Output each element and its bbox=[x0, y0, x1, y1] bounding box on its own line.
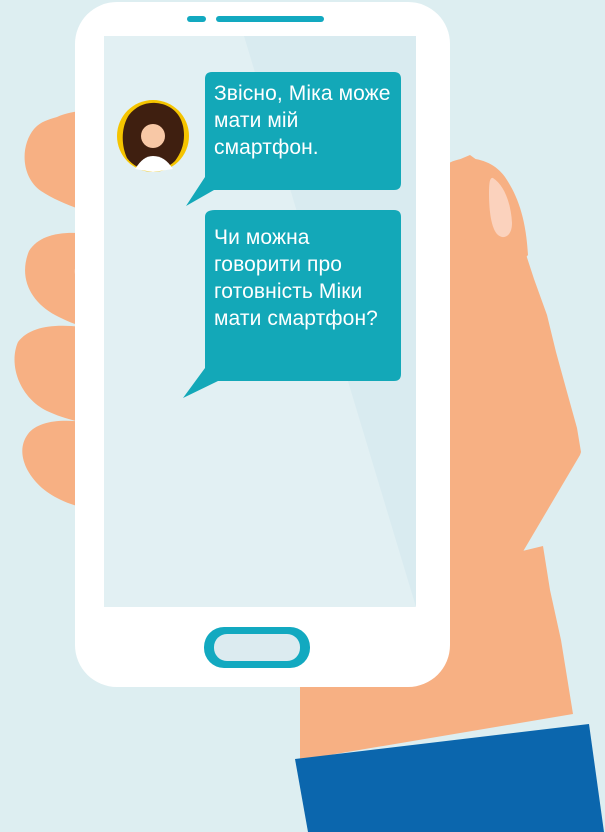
home-button-inner bbox=[214, 634, 300, 661]
message-text-1: Звісно, Міка може мати мій смартфон. bbox=[214, 82, 391, 159]
message-text-2: Чи можна говорити про готовність Міки ма… bbox=[214, 226, 378, 330]
message-bubble-1: Звісно, Міка може мати мій смартфон. bbox=[214, 80, 394, 161]
avatar bbox=[117, 100, 189, 172]
speaker-slot-icon bbox=[216, 16, 324, 22]
speaker-slot-icon bbox=[187, 16, 206, 22]
message-bubble-2: Чи можна говорити про готовність Міки ма… bbox=[214, 224, 394, 332]
